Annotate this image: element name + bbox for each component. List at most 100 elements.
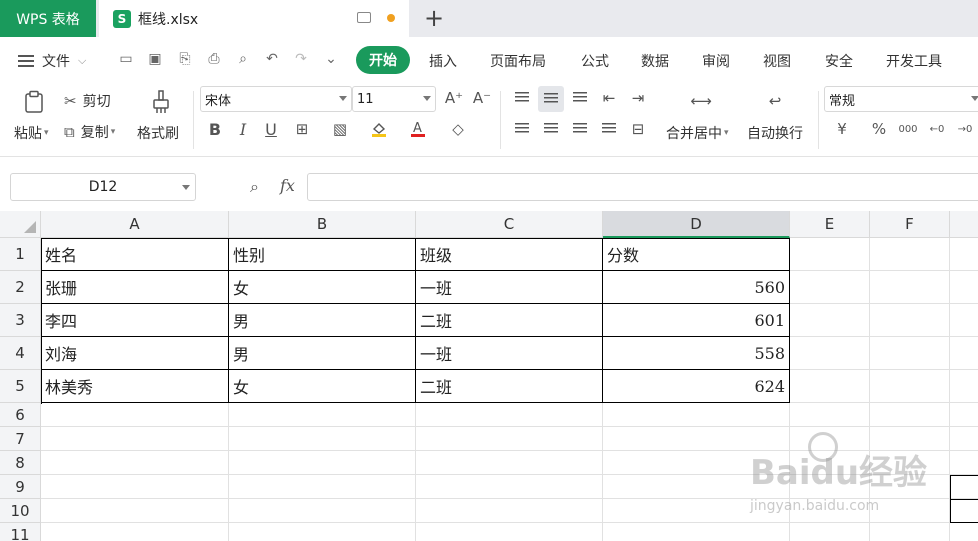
format-painter-button[interactable]: 格式刷 <box>137 123 179 143</box>
copy-button[interactable]: ⧉ 复制 ▾ <box>64 122 115 142</box>
cell-b11[interactable] <box>229 523 416 541</box>
cell-b2[interactable]: 女 <box>229 271 416 304</box>
cell-e6[interactable] <box>790 403 870 427</box>
cell-c9[interactable] <box>416 475 603 499</box>
row-header-8[interactable]: 8 <box>0 451 41 475</box>
cell-g11[interactable] <box>950 523 978 541</box>
column-header-e[interactable]: E <box>790 211 870 238</box>
tab-data[interactable]: 数据 <box>641 51 669 71</box>
wrap-text-icon[interactable]: ↩ <box>765 91 785 111</box>
cell-e1[interactable] <box>790 238 870 271</box>
cell-f10[interactable] <box>870 499 950 523</box>
cell-a8[interactable] <box>41 451 229 475</box>
format-painter-icon[interactable] <box>150 89 172 115</box>
cell-a7[interactable] <box>41 427 229 451</box>
app-tab-wps[interactable]: WPS 表格 <box>0 0 96 37</box>
italic-button[interactable]: I <box>233 119 253 139</box>
cell-f1[interactable] <box>870 238 950 271</box>
row-header-4[interactable]: 4 <box>0 337 41 370</box>
cell-c8[interactable] <box>416 451 603 475</box>
tab-review[interactable]: 审阅 <box>702 51 730 71</box>
undo-icon[interactable]: ↶ <box>264 51 280 67</box>
formula-input[interactable] <box>307 173 978 201</box>
align-bottom-icon[interactable] <box>570 88 590 108</box>
decrease-font-icon[interactable]: A⁻ <box>472 88 492 108</box>
row-header-5[interactable]: 5 <box>0 370 41 403</box>
cell-g3[interactable] <box>950 304 978 337</box>
name-box[interactable]: D12 <box>10 173 196 201</box>
row-header-9[interactable]: 9 <box>0 475 41 499</box>
cell-g6[interactable] <box>950 403 978 427</box>
save-icon[interactable]: ▣ <box>147 51 163 67</box>
fill-color-icon[interactable] <box>369 119 389 139</box>
row-header-3[interactable]: 3 <box>0 304 41 337</box>
tab-view[interactable]: 视图 <box>763 51 791 71</box>
currency-button[interactable]: ¥ <box>832 119 852 139</box>
tab-developer[interactable]: 开发工具 <box>886 51 942 71</box>
tab-home[interactable]: 开始 <box>356 46 410 74</box>
cell-style-icon[interactable]: ▧ <box>330 119 350 139</box>
cell-g5[interactable] <box>950 370 978 403</box>
cell-d3[interactable]: 601 <box>603 304 790 337</box>
align-center-icon[interactable] <box>541 119 561 139</box>
decrease-indent-icon[interactable]: ⇤ <box>599 88 619 108</box>
font-size-select[interactable]: 11 <box>352 86 436 112</box>
thousands-button[interactable]: 000 <box>898 119 918 139</box>
cell-b3[interactable]: 男 <box>229 304 416 337</box>
cell-a9[interactable] <box>41 475 229 499</box>
cell-f4[interactable] <box>870 337 950 370</box>
new-tab-button[interactable]: + <box>420 4 448 32</box>
row-header-11[interactable]: 11 <box>0 523 41 541</box>
percent-button[interactable]: % <box>869 119 889 139</box>
cell-b10[interactable] <box>229 499 416 523</box>
wrap-text-button[interactable]: 自动换行 <box>747 123 803 143</box>
tab-insert[interactable]: 插入 <box>429 51 457 71</box>
cell-c10[interactable] <box>416 499 603 523</box>
cell-g8[interactable] <box>950 451 978 475</box>
cell-a11[interactable] <box>41 523 229 541</box>
column-header-a[interactable]: A <box>41 211 229 238</box>
cell-a3[interactable]: 李四 <box>41 304 229 337</box>
align-left-icon[interactable] <box>512 119 532 139</box>
cell-a2[interactable]: 张珊 <box>41 271 229 304</box>
clipboard-icon[interactable] <box>16 89 52 115</box>
cell-d6[interactable] <box>603 403 790 427</box>
eraser-icon[interactable]: ◇ <box>448 119 468 139</box>
cell-b6[interactable] <box>229 403 416 427</box>
cell-g1[interactable] <box>950 238 978 271</box>
cell-b5[interactable]: 女 <box>229 370 416 403</box>
merge-icon[interactable]: ⟷ <box>689 91 713 111</box>
number-format-select[interactable]: 常规 <box>824 86 978 112</box>
column-header-b[interactable]: B <box>229 211 416 238</box>
cell-g2[interactable] <box>950 271 978 304</box>
merge-center-button[interactable]: 合并居中 ▾ <box>666 123 729 143</box>
cell-f2[interactable] <box>870 271 950 304</box>
cell-d2[interactable]: 560 <box>603 271 790 304</box>
zoom-search-icon[interactable]: ⌕ <box>250 177 259 197</box>
tab-formulas[interactable]: 公式 <box>581 51 609 71</box>
cell-d5[interactable]: 624 <box>603 370 790 403</box>
cell-b7[interactable] <box>229 427 416 451</box>
borders-icon[interactable]: ⊞ <box>292 119 312 139</box>
monitor-icon[interactable] <box>357 12 371 23</box>
cell-b4[interactable]: 男 <box>229 337 416 370</box>
cell-c3[interactable]: 二班 <box>416 304 603 337</box>
cell-e2[interactable] <box>790 271 870 304</box>
cell-a6[interactable] <box>41 403 229 427</box>
print-preview-icon[interactable]: ⌕ <box>235 51 251 67</box>
column-header-d[interactable]: D <box>603 211 790 238</box>
cell-f3[interactable] <box>870 304 950 337</box>
cell-c7[interactable] <box>416 427 603 451</box>
customize-icon[interactable]: ⌄ <box>323 51 339 67</box>
row-header-7[interactable]: 7 <box>0 427 41 451</box>
column-header-c[interactable]: C <box>416 211 603 238</box>
align-middle-icon[interactable] <box>538 86 564 112</box>
increase-decimal-icon[interactable]: ←0 <box>927 119 947 139</box>
cell-c11[interactable] <box>416 523 603 541</box>
justify-icon[interactable] <box>599 119 619 139</box>
cell-e5[interactable] <box>790 370 870 403</box>
column-header-f[interactable]: F <box>870 211 950 238</box>
tab-page-layout[interactable]: 页面布局 <box>490 51 546 71</box>
cell-g7[interactable] <box>950 427 978 451</box>
export-icon[interactable]: ⎘ <box>177 51 193 67</box>
